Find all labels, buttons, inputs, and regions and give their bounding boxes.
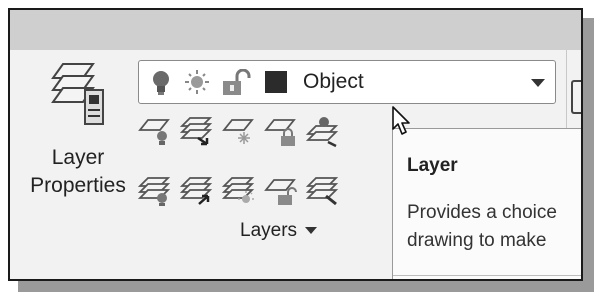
layer-properties-label: Layer Properties [20, 144, 136, 200]
ribbon-frame: Layer Properties Object Layers Layer Pro… [8, 8, 583, 281]
layer-isolate-icon[interactable] [180, 114, 214, 148]
ribbon-tab-band [10, 10, 581, 50]
tooltip-divider [393, 275, 581, 276]
tooltip-title: Layer [407, 155, 458, 176]
layer-match-icon[interactable] [306, 114, 340, 148]
layer-change-icon[interactable] [306, 174, 340, 208]
layer-unisolate-icon[interactable] [180, 174, 214, 208]
mouse-cursor-icon [392, 106, 410, 135]
layers-panel-title-text: Layers [240, 220, 298, 241]
layer-off-icon[interactable] [138, 114, 172, 148]
unlock-icon [223, 69, 251, 95]
chevron-down-icon [305, 227, 318, 235]
tooltip: Layer Provides a choice drawing to make [392, 128, 581, 279]
layers-panel-title[interactable]: Layers [240, 220, 318, 242]
layer-state-icons [153, 69, 251, 95]
layer-properties-label-line1: Layer [51, 146, 105, 169]
next-panel-stub [571, 80, 581, 114]
layer-lock-icon[interactable] [264, 114, 298, 148]
tooltip-description-line2: drawing to make [407, 230, 547, 251]
current-layer-name: Object [303, 70, 364, 93]
lightbulb-icon [153, 71, 169, 95]
layer-thaw-icon[interactable] [222, 174, 256, 208]
layer-freeze-icon[interactable] [222, 114, 256, 148]
sun-icon [185, 70, 209, 94]
layer-unlock-icon[interactable] [264, 174, 298, 208]
tooltip-description: Provides a choice drawing to make [407, 199, 557, 255]
tooltip-description-line1: Provides a choice [407, 202, 557, 223]
layer-properties-icon [51, 63, 104, 125]
layer-color-swatch [265, 71, 287, 93]
layer-properties-button[interactable]: Layer Properties [20, 56, 136, 210]
layer-properties-label-line2: Properties [30, 174, 126, 197]
layer-on-icon[interactable] [138, 174, 172, 208]
chevron-down-icon[interactable] [531, 79, 545, 87]
layer-dropdown[interactable]: Object [138, 60, 556, 104]
